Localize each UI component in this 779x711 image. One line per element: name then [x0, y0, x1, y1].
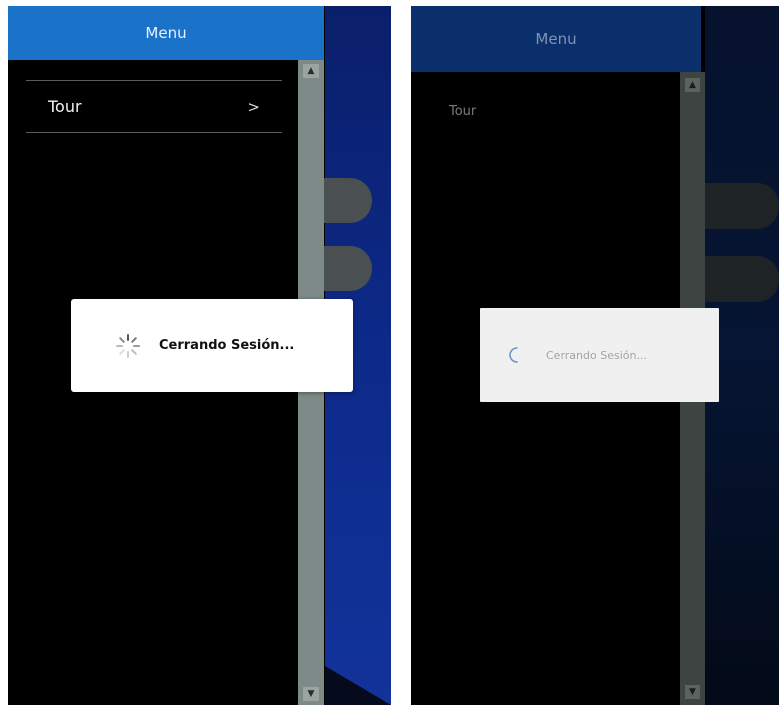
background-button	[705, 256, 779, 302]
menu-item-tour[interactable]: Tour	[449, 104, 476, 119]
dialog-message: Cerrando Sesión...	[546, 348, 647, 362]
logout-loading-dialog: Cerrando Sesión...	[71, 299, 353, 392]
menu-divider	[26, 80, 282, 81]
background-button	[324, 178, 372, 223]
scroll-up-icon[interactable]: ▲	[685, 78, 700, 92]
chevron-right-icon: >	[247, 97, 260, 116]
loading-spinner-icon	[508, 346, 526, 364]
menu-header: Menu	[411, 6, 701, 72]
loading-spinner-icon	[115, 333, 141, 359]
logout-loading-dialog: Cerrando Sesión...	[480, 308, 719, 402]
menu-item-tour[interactable]: Tour >	[26, 82, 282, 131]
menu-header: Menu	[8, 6, 324, 60]
background-button	[324, 246, 372, 291]
dialog-message: Cerrando Sesión...	[159, 338, 295, 353]
background-button	[705, 183, 779, 229]
menu-divider	[26, 132, 282, 133]
menu-item-label: Tour	[449, 104, 477, 119]
menu-title: Menu	[535, 30, 577, 48]
menu-screen-right: Menu Tour ▲ ▼ Cerrando Sesión...	[411, 6, 779, 705]
menu-item-label: Tour	[48, 97, 82, 116]
menu-title: Menu	[145, 24, 187, 42]
scroll-up-icon[interactable]: ▲	[303, 64, 319, 78]
scroll-down-icon[interactable]: ▼	[303, 687, 319, 701]
menu-screen-left: Menu Tour > ▲ ▼ Cerrando Sesión...	[8, 6, 391, 705]
scroll-down-icon[interactable]: ▼	[685, 685, 700, 699]
